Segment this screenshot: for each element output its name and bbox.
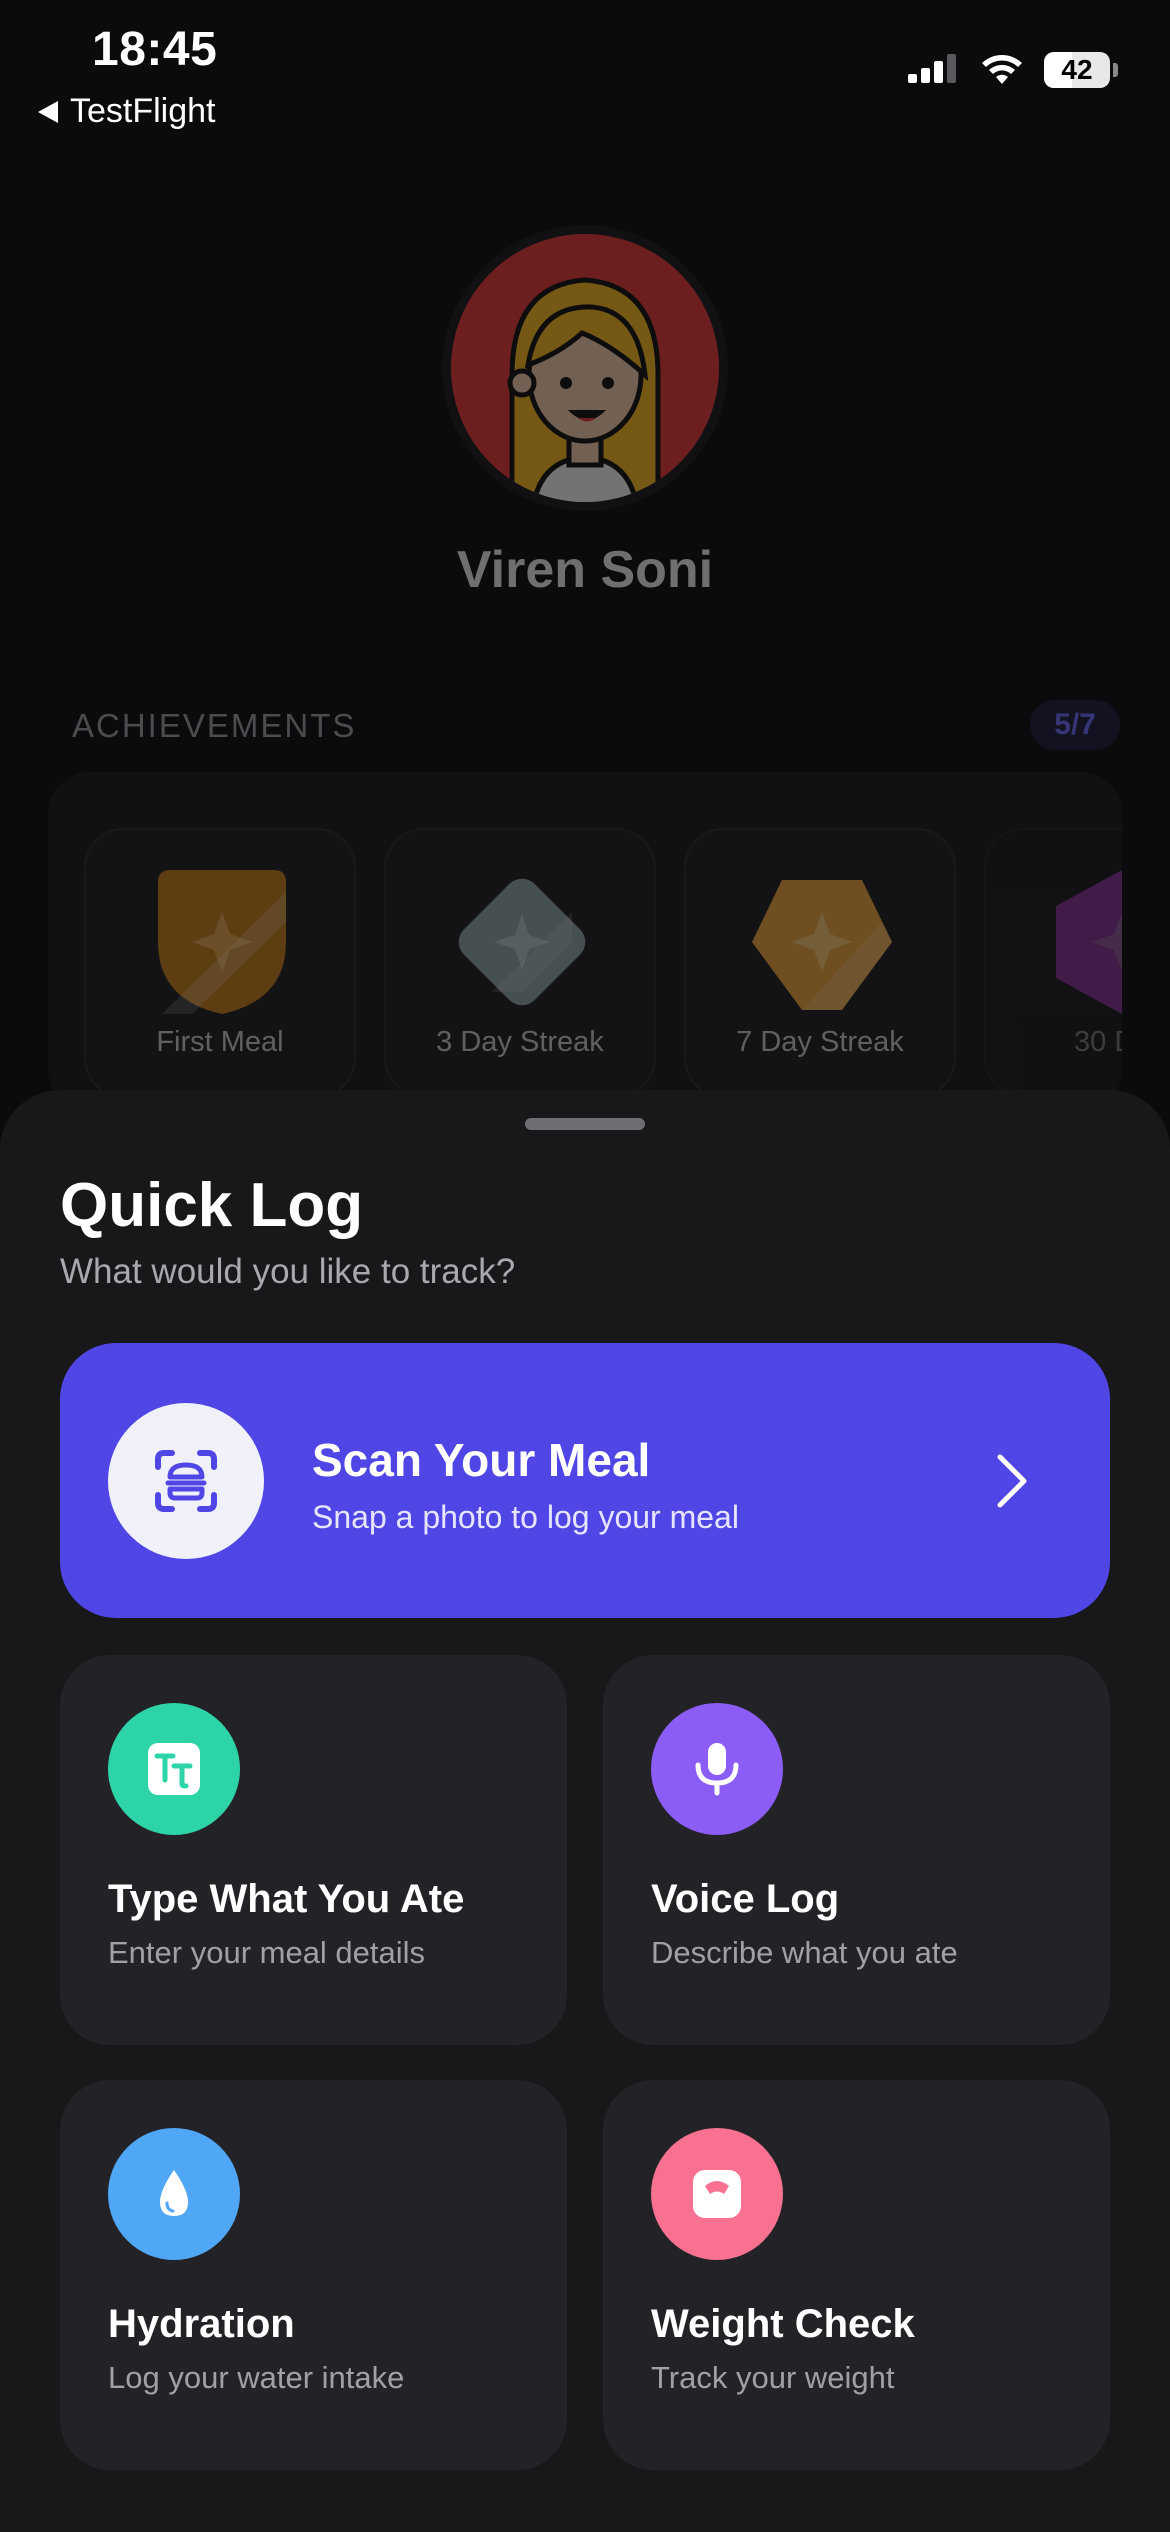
microphone-icon-container	[651, 1703, 783, 1835]
tile-subtitle: Track your weight	[651, 2360, 895, 2395]
profile-name: Viren Soni	[456, 541, 714, 599]
achievement-label: First Meal	[156, 1026, 284, 1058]
weight-check-button[interactable]: Weight Check Track your weight	[603, 2080, 1110, 2470]
type-meal-button[interactable]: Type What You Ate Enter your meal detail…	[60, 1655, 567, 2045]
chevron-right-icon	[997, 1454, 1027, 1508]
scan-meal-subtitle: Snap a photo to log your meal	[312, 1499, 739, 1535]
achievements-count-badge: 5/7	[1030, 700, 1120, 750]
tile-title: Weight Check	[651, 2302, 915, 2346]
avatar[interactable]	[442, 225, 728, 511]
achievement-label: 30 Day	[1074, 1026, 1122, 1058]
profile-background: Viren Soni ACHIEVEMENTS 5/7 First Meal 3…	[0, 0, 1170, 1112]
achievement-label: 7 Day Streak	[736, 1026, 904, 1058]
scan-meal-button[interactable]: Scan Your Meal Snap a photo to log your …	[60, 1343, 1110, 1618]
achievement-label: 3 Day Streak	[436, 1026, 604, 1058]
tile-title: Type What You Ate	[108, 1877, 465, 1921]
sheet-subtitle: What would you like to track?	[60, 1252, 516, 1291]
text-input-icon	[148, 1743, 200, 1795]
sheet-grabber[interactable]	[525, 1118, 645, 1130]
quick-log-sheet: Quick Log What would you like to track? …	[0, 1090, 1170, 2532]
scan-icon-container	[108, 1403, 264, 1559]
voice-log-button[interactable]: Voice Log Describe what you ate	[603, 1655, 1110, 2045]
achievement-card[interactable]: 7 Day Streak	[684, 828, 956, 1098]
tile-subtitle: Enter your meal details	[108, 1935, 426, 1970]
water-drop-icon	[160, 2170, 188, 2216]
hexagon-badge-icon	[1056, 870, 1122, 1014]
achievement-card[interactable]: 3 Day Streak	[384, 828, 656, 1098]
achievement-card[interactable]: 30 Day	[984, 828, 1122, 1098]
achievements-title: ACHIEVEMENTS	[72, 707, 357, 744]
hydration-button[interactable]: Hydration Log your water intake	[60, 2080, 567, 2470]
achievements-carousel[interactable]: First Meal 3 Day Streak 7 Day Streak 30	[48, 772, 1122, 1112]
achievement-card[interactable]: First Meal	[84, 828, 356, 1098]
shield-badge-icon	[158, 870, 286, 1014]
tile-title: Hydration	[108, 2302, 295, 2346]
pentagon-badge-icon	[752, 880, 892, 1010]
scan-burger-icon	[155, 1450, 217, 1512]
scale-icon	[693, 2170, 741, 2218]
screen: 18:45 TestFlight 42 Viren Soni ACHIEVEME…	[0, 0, 1170, 2532]
tile-subtitle: Describe what you ate	[651, 1935, 958, 1970]
scan-meal-title: Scan Your Meal	[312, 1434, 651, 1486]
diamond-badge-icon	[458, 878, 586, 1006]
microphone-icon	[695, 1743, 739, 1796]
tile-subtitle: Log your water intake	[108, 2360, 405, 2395]
water-drop-icon-container	[108, 2128, 240, 2260]
avatar-illustration	[445, 228, 725, 508]
text-input-icon-container	[108, 1703, 240, 1835]
tile-title: Voice Log	[651, 1877, 840, 1921]
sheet-title: Quick Log	[60, 1171, 364, 1240]
scale-icon-container	[651, 2128, 783, 2260]
